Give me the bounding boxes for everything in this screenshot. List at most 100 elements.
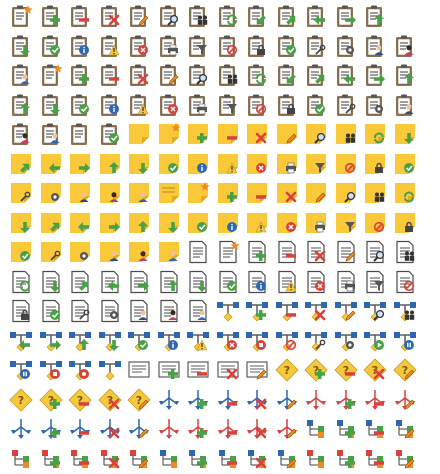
branch-red-edit-icon xyxy=(272,414,302,444)
clipboard-forbidden-icon xyxy=(242,90,272,120)
branch-blue-add-icon xyxy=(183,385,213,415)
diamond-add-icon: ? xyxy=(36,385,66,415)
clipboard-users-icon xyxy=(183,1,213,31)
flow-tools-icon xyxy=(301,326,331,356)
clipboard-add-icon xyxy=(36,1,66,31)
branch-red-remove-icon xyxy=(213,414,243,444)
clipboard-arrow-up-icon xyxy=(360,1,390,31)
note-arrow-up-icon xyxy=(124,208,154,238)
note-find-icon xyxy=(331,178,361,208)
clipboard-user-blue-icon xyxy=(36,119,66,149)
document-arrow-left-icon xyxy=(95,267,125,297)
document-star-icon xyxy=(213,237,243,267)
document-forbidden-icon xyxy=(390,267,420,297)
note-star-icon xyxy=(154,119,184,149)
document-tools-icon xyxy=(65,296,95,326)
list-icon xyxy=(124,355,154,385)
clipboard-arrow-down-icon xyxy=(36,90,66,120)
tree-blue-add-icon xyxy=(331,414,361,444)
clipboard-tools-icon xyxy=(301,31,331,61)
clipboard-forbidden-icon xyxy=(213,31,243,61)
clipboard-edit-icon xyxy=(154,60,184,90)
branch-red-icon xyxy=(154,414,184,444)
flow-arrow-up-icon xyxy=(65,326,95,356)
tree-blue-icon xyxy=(301,414,331,444)
document-arrow-right-icon xyxy=(124,267,154,297)
note-checklist-icon xyxy=(6,237,36,267)
list-edit-icon xyxy=(242,355,272,385)
diamond-remove-icon: ? xyxy=(331,355,361,385)
clipboard-arrow-up-icon xyxy=(6,90,36,120)
clipboard-check-icon xyxy=(65,90,95,120)
note-info-icon xyxy=(183,149,213,179)
clipboard-star-icon xyxy=(36,60,66,90)
note-edit-icon xyxy=(301,178,331,208)
diamond-question-icon: ? xyxy=(272,355,302,385)
clipboard-warning-icon xyxy=(95,31,125,61)
flow-stop-icon xyxy=(36,355,66,385)
clipboard-arrow-right-icon xyxy=(360,60,390,90)
note-arrow-right-icon xyxy=(65,149,95,179)
document-arrow-up-right-icon xyxy=(65,267,95,297)
clipboard-checklist-icon xyxy=(272,31,302,61)
tree-red-add-icon xyxy=(331,444,361,474)
clipboard-tools-icon xyxy=(331,90,361,120)
clipboard-settings-icon xyxy=(360,90,390,120)
diamond-delete-icon: ? xyxy=(95,385,125,415)
clipboard-star-icon xyxy=(6,1,36,31)
svg-text:?: ? xyxy=(283,364,289,377)
clipboard-remove-icon xyxy=(95,60,125,90)
tree-red-edit-icon xyxy=(390,444,420,474)
note-filter-icon xyxy=(301,149,331,179)
flow-check-icon xyxy=(124,326,154,356)
flow-stop-icon xyxy=(242,326,272,356)
branch-blue-edit-icon xyxy=(272,385,302,415)
tree-red-add-icon xyxy=(36,444,66,474)
note-edit-icon xyxy=(272,119,302,149)
note-info-icon xyxy=(213,208,243,238)
clipboard-checkbox-icon xyxy=(95,119,125,149)
flow-warning-icon xyxy=(183,326,213,356)
clipboard-add-icon xyxy=(65,60,95,90)
tree-red-remove-icon xyxy=(65,444,95,474)
note-arrow-down-icon xyxy=(390,119,420,149)
clipboard-check-icon xyxy=(36,31,66,61)
document-refresh-icon xyxy=(6,267,36,297)
clipboard-blank-icon xyxy=(65,119,95,149)
branch-red-add-icon xyxy=(331,385,361,415)
note-delete-icon xyxy=(272,178,302,208)
note-remove-icon xyxy=(242,178,272,208)
note-arrow-up-icon xyxy=(95,149,125,179)
note-error-icon xyxy=(272,208,302,238)
clipboard-lock-icon xyxy=(272,90,302,120)
clipboard-user-icon xyxy=(390,90,420,120)
clipboard-user-alt-icon xyxy=(6,119,36,149)
document-user-icon xyxy=(124,296,154,326)
document-warning-icon xyxy=(272,267,302,297)
diamond-remove-icon: ? xyxy=(65,385,95,415)
list-delete-icon xyxy=(213,355,243,385)
note-print-icon xyxy=(301,208,331,238)
note-refresh-icon xyxy=(390,178,420,208)
document-print-icon xyxy=(331,267,361,297)
clipboard-delete-icon xyxy=(95,1,125,31)
flow-forbidden-icon xyxy=(272,326,302,356)
flow-icon xyxy=(213,296,243,326)
flow-blank-icon xyxy=(95,355,125,385)
clipboard-arrow-down-left-icon xyxy=(242,1,272,31)
clipboard-user-blue-icon xyxy=(6,60,36,90)
document-check-icon xyxy=(213,267,243,297)
document-checklist-icon xyxy=(36,296,66,326)
clipboard-arrow-right-icon xyxy=(331,1,361,31)
clipboard-filter-icon xyxy=(183,31,213,61)
note-users-icon xyxy=(360,178,390,208)
tree-blue-edit-icon xyxy=(390,414,420,444)
note-user-icon xyxy=(65,178,95,208)
diamond-edit-icon: ? xyxy=(124,385,154,415)
note-forbidden-icon xyxy=(331,149,361,179)
document-info-icon xyxy=(242,267,272,297)
note-warning-icon xyxy=(242,208,272,238)
svg-text:?: ? xyxy=(18,394,24,407)
diamond-question-icon: ? xyxy=(6,385,36,415)
note-lock-icon xyxy=(390,208,420,238)
